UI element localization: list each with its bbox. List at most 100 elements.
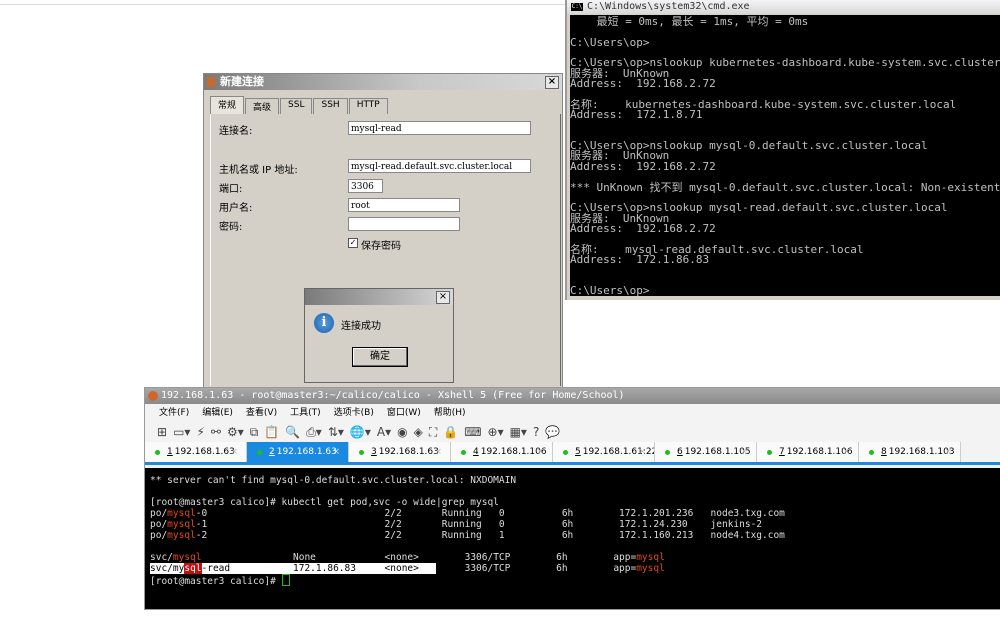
dialog-tabs: 常规 高级 SSL SSH HTTP xyxy=(210,96,389,114)
connect-icon[interactable]: ⚡ xyxy=(196,425,204,439)
password-label: 密码: xyxy=(219,222,243,233)
tab-number: 2 xyxy=(269,447,275,457)
tab-http[interactable]: HTTP xyxy=(348,98,388,114)
console-line: Address: 192.168.2.72 xyxy=(570,159,716,173)
copy-icon[interactable]: ⧉ xyxy=(250,425,259,440)
script-icon[interactable]: ◉ xyxy=(397,425,407,439)
tab-number: 3 xyxy=(371,447,377,457)
cmd-console-output[interactable]: 最短 = 0ms, 最长 = 1ms, 平均 = 0ms C:\Users\op>… xyxy=(570,15,1000,296)
add-tab-icon[interactable]: ⊕▾ xyxy=(488,425,504,439)
menu-item[interactable]: 文件(F) xyxy=(159,404,189,422)
menu-item[interactable]: 编辑(E) xyxy=(202,404,233,422)
transfer-icon[interactable]: ⇅▾ xyxy=(328,425,344,439)
tab-underline xyxy=(145,462,1000,465)
keyboard-icon[interactable]: ⌨ xyxy=(464,425,481,439)
properties-icon[interactable]: ⚙▾ xyxy=(227,425,244,439)
session-tab[interactable]: 3 192.168.1.63 × xyxy=(349,442,451,462)
terminal-line: [root@master3 calico]# xyxy=(150,574,1000,587)
new-session-icon[interactable]: ⊞ xyxy=(157,425,167,439)
terminal-text: svc/ xyxy=(150,563,173,574)
close-tab-icon[interactable]: × xyxy=(536,442,544,462)
font-icon[interactable]: A▾ xyxy=(377,425,391,439)
terminal-text: mysql xyxy=(167,519,196,530)
status-dot-icon xyxy=(767,450,772,455)
print-icon[interactable]: ⎙▾ xyxy=(306,425,322,440)
session-tab[interactable]: 5 192.168.1.61:22 × xyxy=(553,442,655,462)
session-tab[interactable]: 1 192.168.1.63 × xyxy=(145,442,247,462)
cmd-title: C:\Windows\system32\cmd.exe xyxy=(587,1,750,12)
navicat-icon xyxy=(207,77,215,87)
port-input[interactable]: 3306 xyxy=(348,179,383,193)
tab-ssh[interactable]: SSH xyxy=(313,98,348,114)
close-tab-icon[interactable]: × xyxy=(230,442,238,462)
find-icon[interactable]: 🔍 xyxy=(285,425,300,439)
tab-ssl[interactable]: SSL xyxy=(280,98,313,114)
session-tab[interactable]: 2 192.168.1.63 × xyxy=(247,442,349,462)
terminal-text: ** server can't find mysql-0.default.svc… xyxy=(150,475,517,486)
message-text: 连接成功 xyxy=(341,321,381,332)
menu-item[interactable]: 查看(V) xyxy=(246,404,277,422)
lock-icon[interactable]: 🔒 xyxy=(443,425,458,439)
user-input[interactable]: root xyxy=(348,198,460,212)
console-line: C:\Users\op> xyxy=(570,35,650,49)
xshell-window: 192.168.1.63 - root@master3:~/calico/cal… xyxy=(144,387,1000,610)
help-icon[interactable]: ? xyxy=(533,425,539,439)
host-label: 主机名或 IP 地址: xyxy=(219,165,298,176)
dialog-titlebar[interactable]: 新建连接 × xyxy=(204,74,562,90)
close-icon[interactable]: × xyxy=(545,76,559,89)
status-dot-icon xyxy=(665,450,670,455)
layout-icon[interactable]: ▦▾ xyxy=(510,425,527,439)
session-tab[interactable]: 6 192.168.1.105 × xyxy=(655,442,757,462)
tab-number: 5 xyxy=(575,447,581,457)
xshell-titlebar[interactable]: 192.168.1.63 - root@master3:~/calico/cal… xyxy=(145,388,1000,404)
chat-icon[interactable]: 💬 xyxy=(545,425,560,439)
conn-name-input[interactable]: mysql-read xyxy=(348,121,531,135)
close-icon[interactable]: × xyxy=(436,291,450,304)
close-tab-icon[interactable]: × xyxy=(332,442,340,462)
disconnect-icon[interactable]: ⚯ xyxy=(211,425,221,439)
dialog-title: 新建连接 xyxy=(220,75,264,88)
terminal-text: 3306/TCP 6h app= xyxy=(436,563,637,574)
cmd-window[interactable]: C:\ C:\Windows\system32\cmd.exe 最短 = 0ms,… xyxy=(565,0,1000,300)
terminal-text: None <none> 3306/TCP 6h app= xyxy=(201,552,637,563)
tab-常规[interactable]: 常规 xyxy=(210,96,245,114)
close-tab-icon[interactable]: × xyxy=(434,442,442,462)
session-tab[interactable]: 4 192.168.1.106 × xyxy=(451,442,553,462)
menu-item[interactable]: 工具(T) xyxy=(290,404,321,422)
menu-item[interactable]: 帮助(H) xyxy=(434,404,466,422)
paste-icon[interactable]: 📋 xyxy=(264,425,279,439)
tab-高级[interactable]: 高级 xyxy=(245,98,280,114)
password-input[interactable] xyxy=(348,217,460,231)
terminal-text: [root@master3 calico]# kubectl get pod,s… xyxy=(150,497,499,508)
cmd-titlebar[interactable]: C:\ C:\Windows\system32\cmd.exe xyxy=(567,0,1000,14)
close-tab-icon[interactable]: × xyxy=(944,442,952,462)
open-folder-icon[interactable]: ▭▾ xyxy=(173,425,190,439)
close-tab-icon[interactable]: × xyxy=(740,442,748,462)
tab-number: 1 xyxy=(167,447,173,457)
globe-icon[interactable]: 🌐▾ xyxy=(350,425,371,439)
xftp-icon[interactable]: ◈ xyxy=(414,425,423,439)
session-tabs: 1 192.168.1.63 × 2 192.168.1.63 × 3 192.168.1.6… xyxy=(145,442,1000,462)
close-tab-icon[interactable]: × xyxy=(638,442,646,462)
session-tab[interactable]: 8 192.168.1.103 × xyxy=(859,442,961,462)
close-tab-icon[interactable]: × xyxy=(842,442,850,462)
status-dot-icon xyxy=(563,450,568,455)
session-tab[interactable]: 7 192.168.1.106 × xyxy=(757,442,859,462)
menu-item[interactable]: 窗口(W) xyxy=(387,404,421,422)
messagebox-titlebar[interactable]: × xyxy=(305,289,453,305)
fullscreen-icon[interactable]: ⛶ xyxy=(429,425,437,440)
console-line: Address: 172.1.86.83 xyxy=(570,252,710,266)
terminal-output[interactable]: ** server can't find mysql-0.default.svc… xyxy=(145,468,1000,609)
console-line: Address: 192.168.2.72 xyxy=(570,77,716,91)
status-dot-icon xyxy=(155,450,160,455)
terminal-line: svc/mysql None <none> 3306/TCP 6h app=my… xyxy=(150,552,1000,563)
cmd-icon: C:\ xyxy=(571,3,583,11)
save-password-checkbox[interactable]: ✓ xyxy=(348,238,358,248)
terminal-line: po/mysql-0 2/2 Running 0 6h 172.1.201.23… xyxy=(150,508,1000,519)
tab-label: 192.168.1.63 xyxy=(378,447,439,457)
ok-button[interactable]: 确定 xyxy=(352,347,408,367)
terminal-text: -2 2/2 Running 1 6h 172.1.160.213 node4.… xyxy=(195,530,785,541)
menu-item[interactable]: 选项卡(B) xyxy=(334,404,374,422)
host-input[interactable]: mysql-read.default.svc.cluster.local xyxy=(348,159,531,173)
